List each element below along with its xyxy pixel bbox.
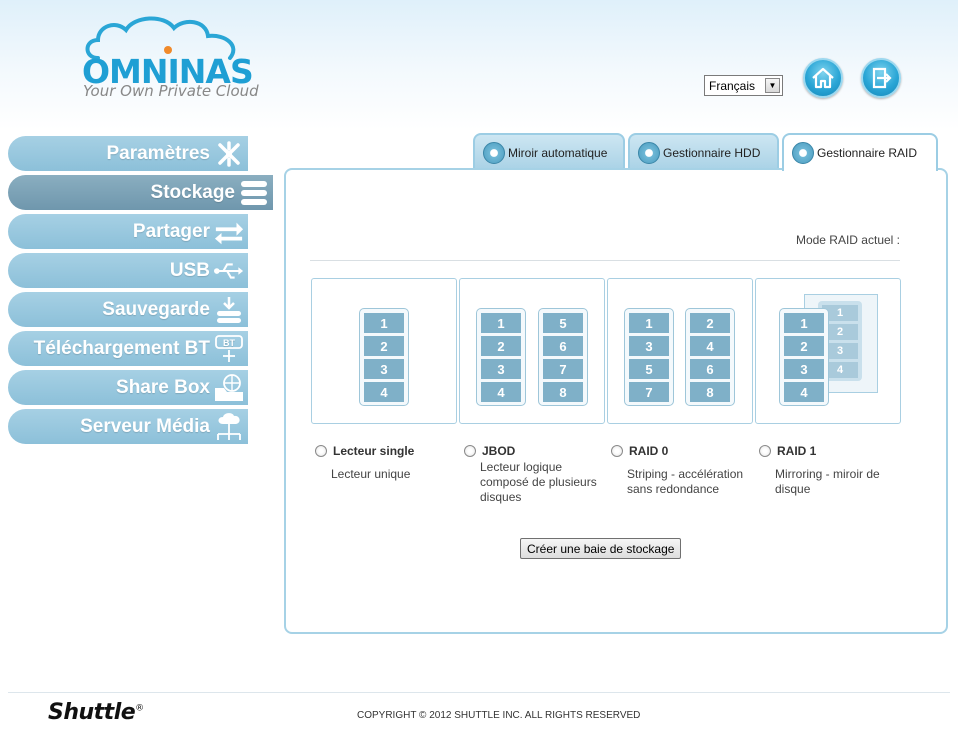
tab-gestionnaire-hdd[interactable]: Gestionnaire HDD (628, 133, 779, 170)
sidebar-item-label: Téléchargement BT (33, 337, 210, 359)
disk-slot: 8 (690, 382, 730, 402)
disk-slot: 3 (481, 359, 521, 379)
disk-slot: 3 (364, 359, 404, 379)
sidebar-item-label: Stockage (150, 181, 235, 203)
raid-option-description: Mirroring - miroir de disque (775, 467, 880, 496)
tab-gestionnaire-raid[interactable]: Gestionnaire RAID (782, 133, 938, 171)
raid-option-description: Lecteur unique (331, 467, 411, 481)
disk-icon (792, 142, 814, 164)
raid-option-title: Lecteur single (333, 444, 415, 458)
disk-slot: 1 (481, 313, 521, 333)
jbod-radio[interactable] (464, 445, 476, 457)
tab-label: Gestionnaire RAID (817, 146, 918, 160)
sidebar-item-label: Partager (132, 220, 210, 242)
sidebar-item-sauvegarde[interactable]: Sauvegarde (8, 292, 248, 327)
sidebar-item-parametres[interactable]: Paramètres (8, 136, 248, 171)
sidebar-item-partager[interactable]: Partager (8, 214, 248, 249)
disk-stack: 1 3 5 7 (624, 308, 674, 406)
disk-slot: 6 (690, 359, 730, 379)
raid-single-radio[interactable] (315, 445, 327, 457)
shuttle-logo: Shuttle® (48, 700, 144, 725)
media-server-icon (214, 412, 244, 440)
copyright-text: COPYRIGHT © 2012 SHUTTLE INC. ALL RIGHTS… (357, 710, 641, 721)
disk-stack: 1 2 3 4 (779, 308, 829, 406)
language-select[interactable]: Français ▼ (704, 75, 783, 96)
backup-icon (214, 296, 244, 323)
raid-illustration-single: 1 2 3 4 (311, 278, 457, 424)
disk-slot: 2 (364, 336, 404, 356)
disk-slot: 5 (629, 359, 669, 379)
disk-stack: 2 4 6 8 (685, 308, 735, 406)
sidebar-item-label: Paramètres (106, 142, 210, 164)
disk-slot: 4 (364, 382, 404, 402)
sidebar-item-label: Serveur Média (80, 415, 210, 437)
storage-icon (239, 179, 269, 206)
disk-slot: 6 (543, 336, 583, 356)
sidebar-item-label: Share Box (116, 376, 210, 398)
disk-slot: 7 (629, 382, 669, 402)
disk-slot: 3 (784, 359, 824, 379)
logo-tagline: Your Own Private Cloud (83, 82, 259, 100)
disk-slot: 4 (784, 382, 824, 402)
raid-option-description: Lecteur logique composé de plusieurs dis… (480, 460, 597, 504)
omninas-logo: OMNINAS Your Own Private Cloud (80, 14, 259, 104)
sidebar-item-label: Sauvegarde (102, 298, 210, 320)
footer-divider (8, 692, 950, 693)
disk-stack: 1 2 3 4 (359, 308, 409, 406)
current-raid-mode-label: Mode RAID actuel : (795, 233, 900, 247)
share-box-icon (214, 373, 244, 401)
disk-slot: 1 (364, 313, 404, 333)
raid-manager-panel: Mode RAID actuel : 1 2 3 4 1 2 3 4 5 6 7… (284, 168, 948, 634)
home-icon (812, 67, 834, 89)
disk-stack: 1 2 3 4 (476, 308, 526, 406)
usb-icon (214, 257, 244, 284)
disk-slot: 2 (784, 336, 824, 356)
create-storage-array-button[interactable]: Créer une baie de stockage (520, 538, 682, 559)
raid-illustration-raid0: 1 3 5 7 2 4 6 8 (607, 278, 753, 424)
sidebar-item-telechargement-bt[interactable]: Téléchargement BT BT (8, 331, 248, 366)
logout-icon (872, 67, 892, 89)
raid0-radio[interactable] (611, 445, 623, 457)
sidebar-item-label: USB (169, 259, 210, 281)
tab-label: Miroir automatique (508, 145, 608, 160)
sidebar-nav: Paramètres Stockage Partager USB Sauvega… (8, 136, 273, 448)
disk-slot: 2 (481, 336, 521, 356)
disk-slot: 5 (543, 313, 583, 333)
disk-slot: 2 (690, 313, 730, 333)
disk-slot: 4 (481, 382, 521, 402)
raid-option-title: RAID 0 (629, 444, 669, 458)
disk-slot: 7 (543, 359, 583, 379)
sidebar-item-usb[interactable]: USB (8, 253, 248, 288)
tab-miroir-automatique[interactable]: Miroir automatique (473, 133, 625, 170)
sidebar-item-serveur-media[interactable]: Serveur Média (8, 409, 248, 444)
chevron-down-icon[interactable]: ▼ (765, 78, 780, 93)
raid-option-description: Striping - accélération sans redondance (627, 467, 744, 496)
disk-icon (483, 141, 505, 164)
sidebar-item-share-box[interactable]: Share Box (8, 370, 248, 405)
tab-label: Gestionnaire HDD (663, 145, 761, 160)
tools-icon (214, 140, 244, 167)
disk-slot: 8 (543, 382, 583, 402)
raid-illustration-jbod: 1 2 3 4 5 6 7 8 (459, 278, 605, 424)
disk-slot: 1 (629, 313, 669, 333)
svg-text:BT: BT (223, 338, 235, 348)
raid-option-title: RAID 1 (777, 444, 817, 458)
divider (310, 260, 900, 261)
home-button[interactable] (803, 58, 843, 98)
raid-option-title: JBOD (482, 444, 516, 458)
raid-illustration-raid1: 1 2 3 4 1 2 3 4 (755, 278, 901, 424)
disk-stack: 5 6 7 8 (538, 308, 588, 406)
share-arrows-icon (214, 218, 244, 245)
raid1-radio[interactable] (759, 445, 771, 457)
logout-button[interactable] (861, 58, 901, 98)
sidebar-item-stockage[interactable]: Stockage (8, 175, 273, 210)
disk-slot: 3 (629, 336, 669, 356)
disk-slot: 1 (784, 313, 824, 333)
bt-download-icon: BT (214, 334, 244, 362)
disk-slot: 4 (690, 336, 730, 356)
footer-brand: Shuttle (48, 700, 136, 725)
language-value: Français (709, 78, 756, 93)
disk-icon (638, 141, 660, 164)
